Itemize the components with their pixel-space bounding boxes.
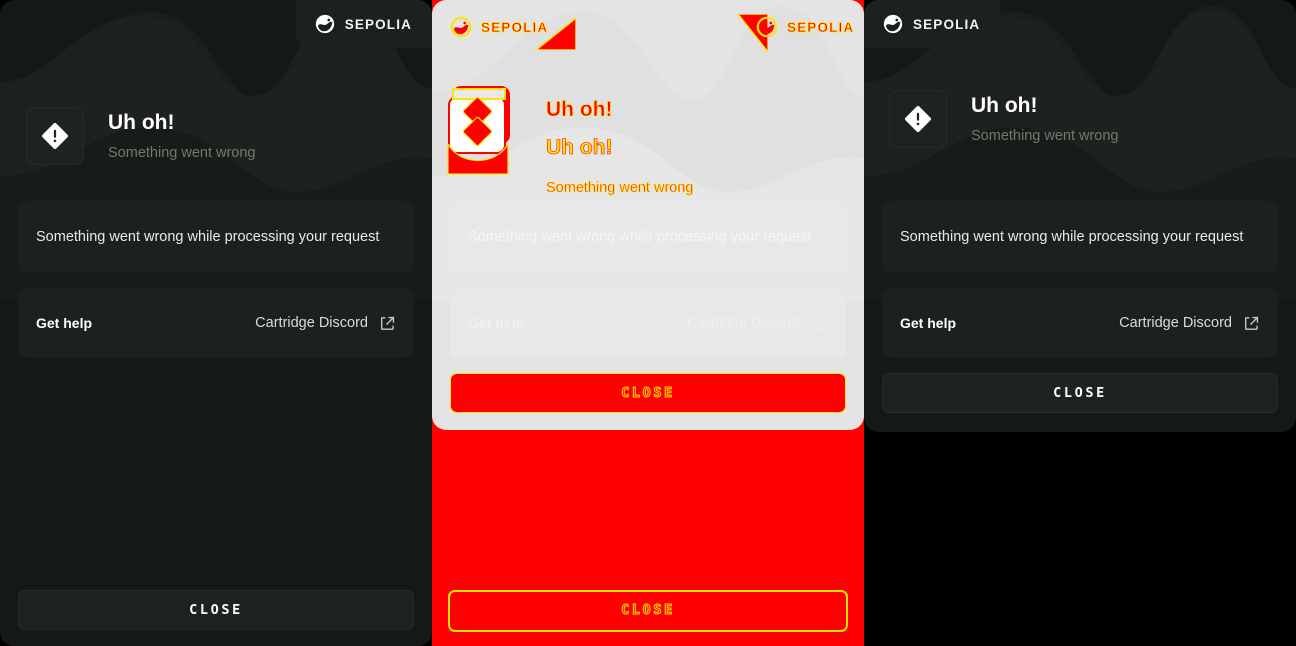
diff-tile-bottom	[447, 144, 509, 175]
diff-error-subtitle: Something went wrong	[546, 180, 694, 197]
external-link-icon	[381, 316, 395, 330]
error-subtitle: Something went wrong	[108, 144, 256, 161]
external-link-icon	[813, 316, 827, 330]
network-globe-icon	[756, 16, 778, 38]
baseline-app-card: SEPOLIA Uh oh! Something went wrong Some…	[0, 0, 432, 646]
diff-panel: SEPOLIA SEPOLIA Uh oh! Uh oh! Something …	[432, 0, 864, 646]
discord-link[interactable]: Cartridge Discord	[255, 315, 396, 332]
close-button[interactable]: CLOSE	[18, 590, 414, 630]
diff-error-detail-text: Something went wrong while processing yo…	[468, 229, 812, 245]
get-help-label: Get help	[900, 315, 957, 331]
diff-viewer: SEPOLIA Uh oh! Something went wrong Some…	[0, 0, 1296, 646]
warning-diamond-icon	[905, 106, 931, 132]
warning-diamond-icon	[42, 123, 68, 149]
get-help-row[interactable]: Get help Cartridge Discord	[882, 288, 1278, 358]
network-globe-icon	[450, 16, 472, 38]
external-link-icon	[1245, 316, 1259, 330]
get-help-row[interactable]: Get help Cartridge Discord	[18, 288, 414, 358]
diff-network-badge-added: SEPOLIA	[756, 16, 854, 38]
network-badge-label: SEPOLIA	[344, 16, 412, 32]
error-title: Uh oh!	[108, 111, 175, 135]
discord-link[interactable]: Cartridge Discord	[1119, 315, 1260, 332]
network-badge-label: SEPOLIA	[913, 16, 981, 32]
diff-close-button-removed-label-wrap: CLOSE	[432, 596, 864, 624]
network-globe-icon	[315, 14, 334, 34]
baseline-panel: SEPOLIA Uh oh! Something went wrong Some…	[0, 0, 432, 646]
diff-error-title: Uh oh!	[546, 98, 613, 122]
error-icon-tile	[889, 90, 947, 148]
diff-error-title-shadow: Uh oh!	[546, 136, 613, 160]
network-globe-icon	[883, 14, 903, 34]
diff-close-button-added: CLOSE	[450, 373, 846, 413]
error-header: Uh oh! Something went wrong	[26, 107, 256, 165]
get-help-label: Get help	[36, 315, 93, 331]
current-app-card: SEPOLIA Uh oh! Something went wrong Some…	[864, 0, 1296, 432]
diff-close-button-removed-label: CLOSE	[621, 602, 675, 619]
network-badge[interactable]: SEPOLIA	[295, 0, 432, 48]
close-button-label: CLOSE	[189, 602, 243, 618]
error-detail-box: Something went wrong while processing yo…	[18, 201, 414, 273]
discord-link-label: Cartridge Discord	[1119, 315, 1232, 331]
discord-link-label: Cartridge Discord	[255, 315, 368, 331]
error-detail-text: Something went wrong while processing yo…	[36, 229, 380, 245]
diff-close-button-label: CLOSE	[621, 385, 675, 402]
close-button-label: CLOSE	[1053, 385, 1107, 401]
diff-error-detail-box: Something went wrong while processing yo…	[450, 201, 846, 273]
error-icon-tile	[26, 107, 84, 165]
diff-discord-link: Cartridge Discord	[687, 315, 828, 332]
diff-discord-link-label: Cartridge Discord	[687, 315, 800, 331]
diff-get-help-label: Get help	[468, 315, 525, 331]
diff-canvas: SEPOLIA SEPOLIA Uh oh! Uh oh! Something …	[432, 0, 864, 430]
error-detail-box: Something went wrong while processing yo…	[882, 201, 1278, 273]
diff-get-help-row: Get help Cartridge Discord	[450, 288, 846, 358]
error-detail-text: Something went wrong while processing yo…	[900, 229, 1244, 245]
network-badge[interactable]: SEPOLIA	[864, 0, 1001, 48]
diff-badge-corner-removed	[534, 18, 576, 50]
error-header: Uh oh! Something went wrong	[889, 90, 1119, 148]
error-subtitle: Something went wrong	[971, 127, 1119, 144]
diff-network-badge-label: SEPOLIA	[787, 19, 855, 35]
error-title: Uh oh!	[971, 94, 1038, 118]
close-button[interactable]: CLOSE	[882, 373, 1278, 413]
current-panel: SEPOLIA Uh oh! Something went wrong Some…	[864, 0, 1296, 646]
